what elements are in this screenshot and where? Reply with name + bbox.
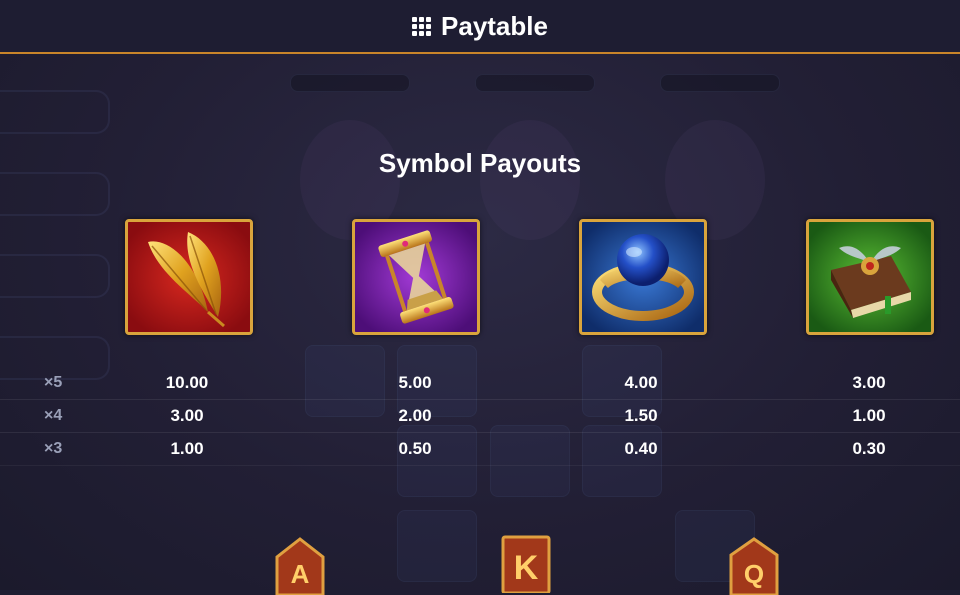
payout-value: 3.00 xyxy=(170,406,204,425)
payout-value: 0.50 xyxy=(398,439,432,458)
payout-value: 4.00 xyxy=(624,373,658,392)
payout-value: 1.00 xyxy=(170,439,204,458)
letter-a-symbol: A xyxy=(275,537,325,595)
letter-a-text: A xyxy=(291,559,310,589)
section-title: Symbol Payouts xyxy=(378,148,582,178)
hourglass-icon xyxy=(352,219,480,335)
grid-icon xyxy=(412,16,432,36)
paytable-header: Paytable xyxy=(0,0,960,54)
multiplier-label: ×4 xyxy=(44,407,63,424)
payout-value: 0.30 xyxy=(852,439,886,458)
payout-row: ×4 3.00 2.00 1.50 1.00 xyxy=(0,400,960,433)
page-title: Paytable xyxy=(441,10,548,41)
background-reel-tile xyxy=(397,510,477,582)
payout-value: 3.00 xyxy=(852,373,886,392)
ring-icon xyxy=(579,219,707,335)
payout-value: 10.00 xyxy=(165,373,209,392)
payout-table: ×5 10.00 5.00 4.00 3.00 ×4 3.00 2.00 1.5… xyxy=(0,367,960,466)
letter-k-text: K xyxy=(514,549,539,587)
payout-row: ×5 10.00 5.00 4.00 3.00 xyxy=(0,367,960,400)
payout-value: 2.00 xyxy=(398,406,432,425)
payout-row: ×3 1.00 0.50 0.40 0.30 xyxy=(0,433,960,466)
letter-q-text: Q xyxy=(744,559,764,589)
background-bar xyxy=(290,74,410,92)
payout-value: 1.50 xyxy=(624,406,658,425)
payout-value: 5.00 xyxy=(398,373,432,392)
multiplier-label: ×3 xyxy=(44,440,63,457)
background-bar xyxy=(660,74,780,92)
background-egg xyxy=(480,120,580,240)
payout-value: 1.00 xyxy=(852,406,886,425)
letter-k-symbol: K xyxy=(501,535,551,593)
background-bar xyxy=(475,74,595,92)
letter-q-symbol: Q xyxy=(729,537,779,595)
feathers-icon xyxy=(125,219,253,335)
book-icon xyxy=(806,219,934,335)
multiplier-label: ×5 xyxy=(44,374,63,391)
header-title-group: Paytable xyxy=(0,0,960,52)
payout-value: 0.40 xyxy=(624,439,658,458)
